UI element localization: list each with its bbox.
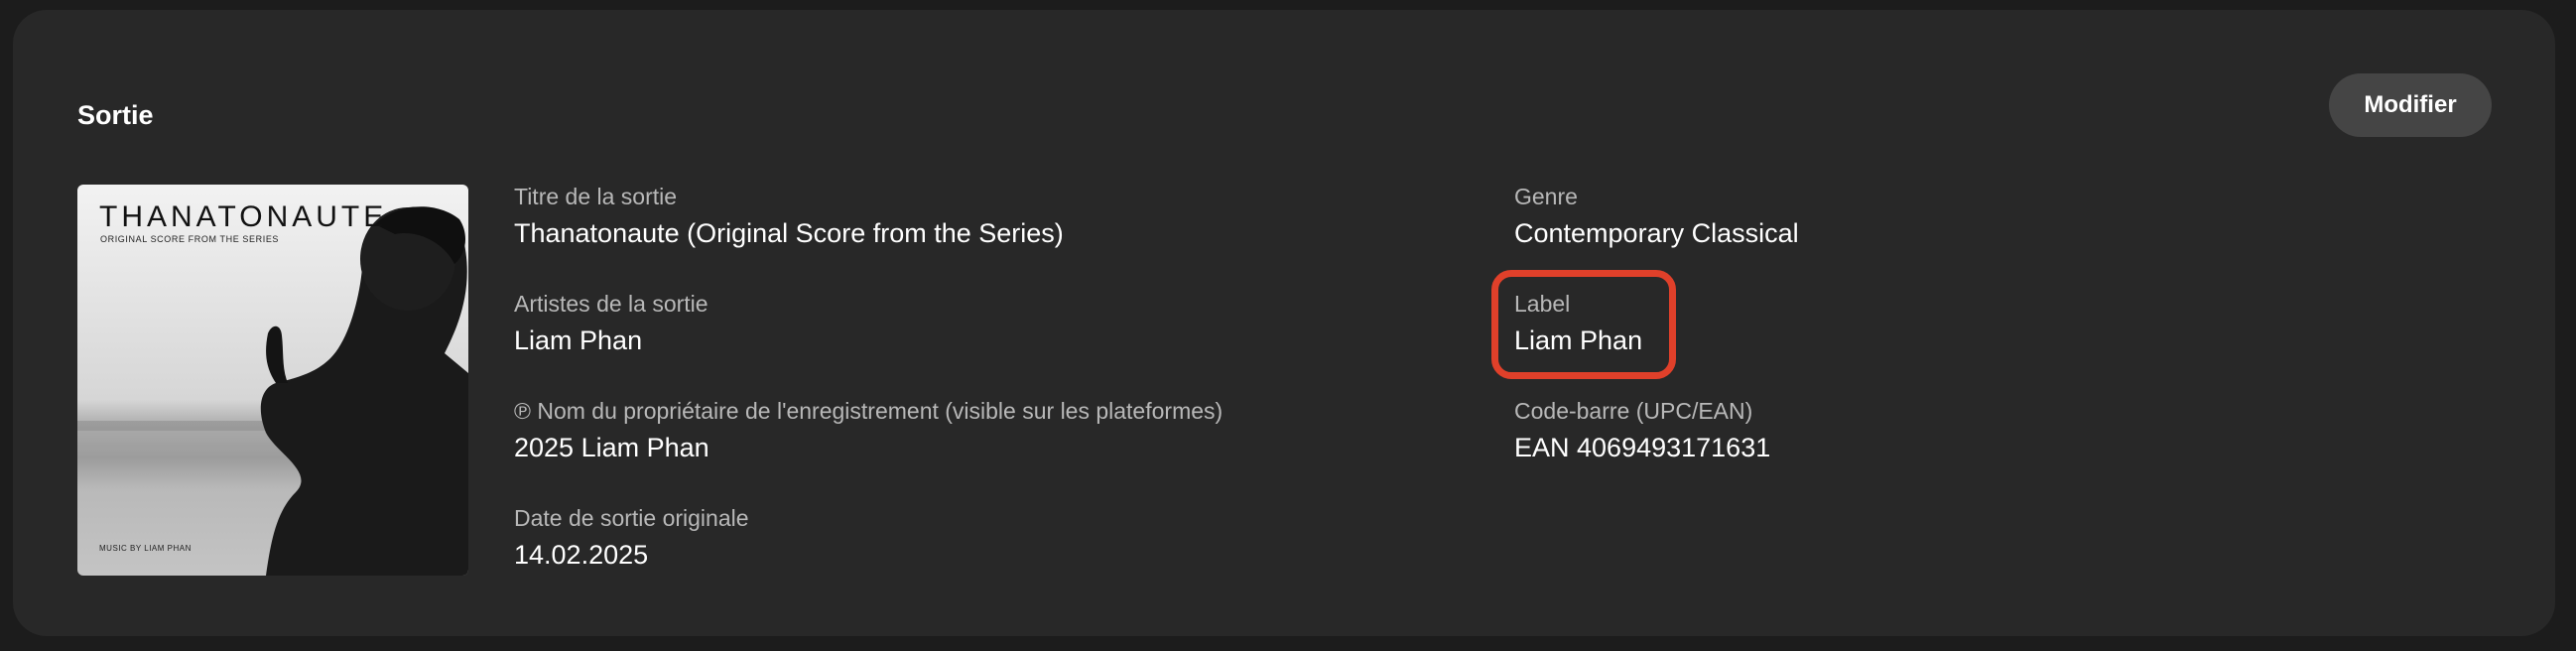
field-label: Label bbox=[1514, 291, 1571, 317]
field-release-artists: Artistes de la sortie Liam Phan bbox=[514, 289, 708, 358]
field-label: ℗ Nom du propriétaire de l'enregistremen… bbox=[514, 398, 1224, 424]
field-label: Code-barre (UPC/EAN) bbox=[1514, 398, 1753, 424]
field-value: 14.02.2025 bbox=[514, 540, 649, 570]
field-release-title: Titre de la sortie Thanatonaute (Origina… bbox=[514, 182, 1064, 251]
field-original-release-date: Date de sortie originale 14.02.2025 bbox=[514, 503, 749, 573]
album-cover-image: THANATONAUTE ORIGINAL SCORE FROM THE SER… bbox=[77, 185, 468, 576]
field-label-name: Label Liam Phan bbox=[1514, 289, 1642, 358]
cover-credit-text: MUSIC BY LIAM PHAN bbox=[99, 544, 192, 553]
field-label: Genre bbox=[1514, 184, 1578, 209]
cover-subtitle-text: ORIGINAL SCORE FROM THE SERIES bbox=[100, 234, 280, 244]
field-recording-owner: ℗ Nom du propriétaire de l'enregistremen… bbox=[514, 396, 1223, 465]
field-genre: Genre Contemporary Classical bbox=[1514, 182, 1799, 251]
section-title: Sortie bbox=[77, 100, 154, 130]
field-value: Thanatonaute (Original Score from the Se… bbox=[514, 218, 1064, 248]
field-value: 2025 Liam Phan bbox=[514, 433, 709, 462]
field-label: Titre de la sortie bbox=[514, 184, 678, 209]
cover-title-text: THANATONAUTE bbox=[99, 200, 388, 233]
release-card: Sortie Modifier THANATONAUTE ORIGINAL SC… bbox=[13, 10, 2555, 636]
field-value: EAN 4069493171631 bbox=[1514, 433, 1771, 462]
field-value: Liam Phan bbox=[1514, 326, 1643, 355]
field-label: Date de sortie originale bbox=[514, 505, 749, 531]
field-value: Contemporary Classical bbox=[1514, 218, 1799, 248]
edit-button[interactable]: Modifier bbox=[2329, 73, 2492, 137]
field-value: Liam Phan bbox=[514, 326, 643, 355]
field-label: Artistes de la sortie bbox=[514, 291, 708, 317]
field-barcode: Code-barre (UPC/EAN) EAN 4069493171631 bbox=[1514, 396, 1770, 465]
